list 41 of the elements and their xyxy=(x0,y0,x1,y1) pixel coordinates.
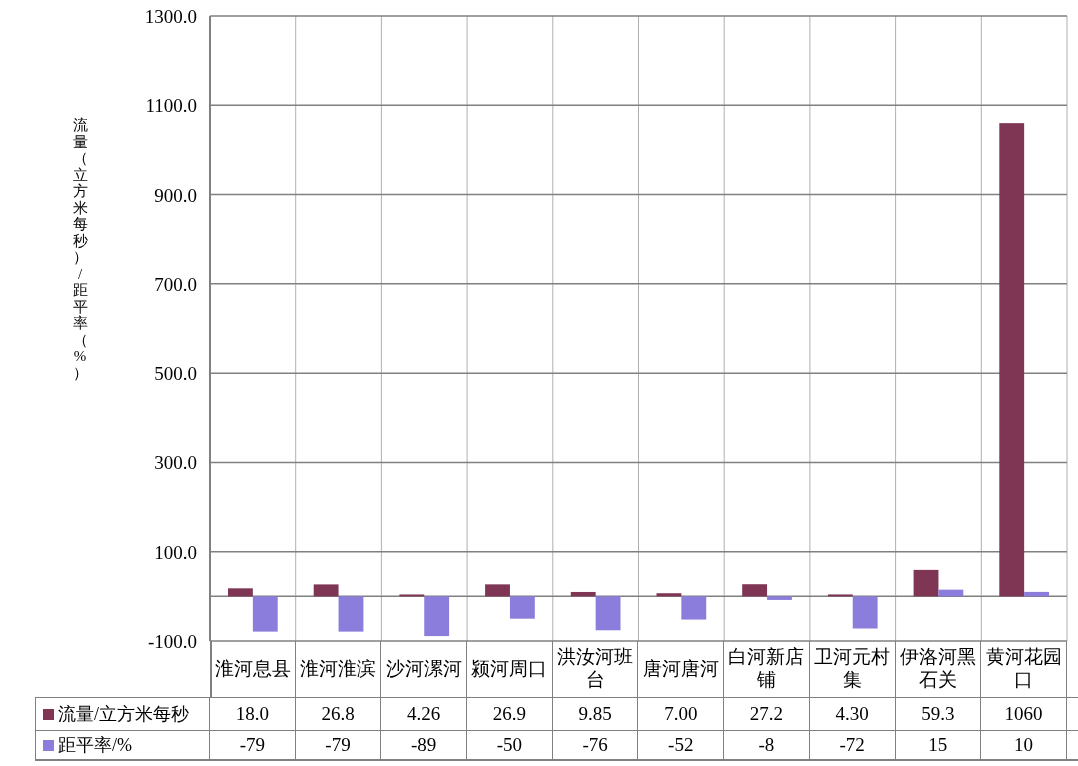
table-cell: 1060 xyxy=(981,698,1067,730)
category-label: 白河新店铺 xyxy=(724,641,810,697)
table-cell: 10 xyxy=(981,731,1067,759)
table-cell: 59.3 xyxy=(895,698,982,730)
table-cell: 26.9 xyxy=(467,698,553,730)
category-label: 伊洛河黑石关 xyxy=(895,641,982,697)
table-cell: 18.0 xyxy=(210,698,296,730)
category-label: 卫河元村集 xyxy=(809,641,896,697)
table-cell: -79 xyxy=(295,731,382,759)
category-label: 洪汝河班台 xyxy=(552,641,639,697)
table-cell: 4.26 xyxy=(381,698,468,730)
tick-label: 1300.0 xyxy=(144,6,197,27)
category-label: 黄河花园口 xyxy=(981,641,1067,697)
table-cell: -72 xyxy=(809,731,896,759)
category-label: 淮河息县 xyxy=(210,641,296,697)
table-cell: -89 xyxy=(381,731,468,759)
category-label: 唐河唐河 xyxy=(638,641,725,697)
category-label: 淮河淮滨 xyxy=(295,641,382,697)
axis-title: 流量（立方米每秒）/距平率（%） xyxy=(72,117,88,381)
category-label: 颍河周口 xyxy=(467,641,553,697)
tick-label: 100.0 xyxy=(154,541,197,563)
table-cell: -8 xyxy=(724,731,810,759)
table-cell: 27.2 xyxy=(724,698,810,730)
tick-label: 300.0 xyxy=(154,452,197,474)
table-cell: 15 xyxy=(895,731,982,759)
table-cell: 9.85 xyxy=(552,698,639,730)
legend-label: 距平率/% xyxy=(58,734,132,757)
tick-label: 500.0 xyxy=(154,363,197,385)
table-cell: 26.8 xyxy=(295,698,382,730)
table-cell: -76 xyxy=(552,731,639,759)
tick-label: 900.0 xyxy=(154,184,197,206)
table-cell: -50 xyxy=(467,731,553,759)
tick-label: -100.0 xyxy=(147,631,197,652)
category-label: 沙河漯河 xyxy=(381,641,468,697)
legend-label: 流量/立方米每秒 xyxy=(58,703,189,726)
tick-label: 1100.0 xyxy=(145,95,197,117)
tick-label: 700.0 xyxy=(154,273,197,295)
table-cell: 4.30 xyxy=(809,698,896,730)
table-cell: 7.00 xyxy=(638,698,725,730)
table-cell: -79 xyxy=(210,731,296,759)
table-cell: -52 xyxy=(638,731,725,759)
